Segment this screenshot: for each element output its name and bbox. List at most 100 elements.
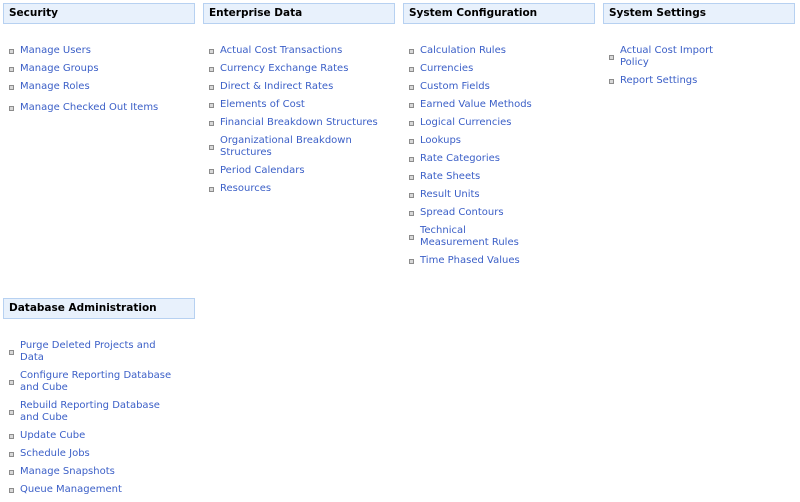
link-resources[interactable]: Resources — [220, 183, 271, 195]
bullet-icon — [9, 379, 14, 385]
list-item: Manage Snapshots — [9, 466, 195, 478]
link-custom-fields[interactable]: Custom Fields — [420, 81, 490, 93]
bullet-icon — [409, 210, 414, 216]
link-list: Actual Cost Import Policy Report Settings — [603, 45, 795, 87]
bullet-icon — [209, 66, 214, 72]
list-item: Technical Measurement Rules — [409, 225, 595, 249]
link-queue-management[interactable]: Queue Management — [20, 484, 122, 496]
section-system-configuration: System Configuration Calculation Rules Cur… — [403, 3, 595, 273]
section-header: Database Administration — [3, 298, 195, 319]
link-currencies[interactable]: Currencies — [420, 63, 473, 75]
link-logical-currencies[interactable]: Logical Currencies — [420, 117, 512, 129]
list-item: Actual Cost Import Policy — [609, 45, 795, 69]
bullet-icon — [409, 174, 414, 180]
list-item: Rate Categories — [409, 153, 595, 165]
list-item: Spread Contours — [409, 207, 595, 219]
link-report-settings[interactable]: Report Settings — [620, 75, 697, 87]
list-item: Period Calendars — [209, 165, 395, 177]
link-period-calendars[interactable]: Period Calendars — [220, 165, 305, 177]
bullet-icon — [409, 234, 414, 240]
link-direct-indirect-rates[interactable]: Direct & Indirect Rates — [220, 81, 333, 93]
list-item: Manage Groups — [9, 63, 195, 75]
section-header: System Settings — [603, 3, 795, 24]
link-list: Calculation Rules Currencies Custom Fields… — [403, 45, 595, 267]
list-item: Manage Roles — [9, 81, 195, 93]
bullet-icon — [409, 84, 414, 90]
list-item: Financial Breakdown Structures — [209, 117, 395, 129]
link-earned-value-methods[interactable]: Earned Value Methods — [420, 99, 532, 111]
link-rebuild-reporting-database-and-cube[interactable]: Rebuild Reporting Database and Cube — [20, 400, 175, 424]
link-elements-of-cost[interactable]: Elements of Cost — [220, 99, 305, 111]
section-enterprise-data: Enterprise Data Actual Cost Transactions C… — [203, 3, 395, 201]
bullet-icon — [209, 84, 214, 90]
link-update-cube[interactable]: Update Cube — [20, 430, 85, 442]
list-item: Logical Currencies — [409, 117, 595, 129]
bullet-icon — [9, 66, 14, 72]
link-actual-cost-transactions[interactable]: Actual Cost Transactions — [220, 45, 342, 57]
list-item: Calculation Rules — [409, 45, 595, 57]
list-item: Direct & Indirect Rates — [209, 81, 395, 93]
list-item: Custom Fields — [409, 81, 595, 93]
section-system-settings: System Settings Actual Cost Import Policy… — [603, 3, 795, 93]
list-item: Manage Users — [9, 45, 195, 57]
link-time-phased-values[interactable]: Time Phased Values — [420, 255, 520, 267]
link-organizational-breakdown-structures[interactable]: Organizational Breakdown Structures — [220, 135, 395, 159]
bullet-icon — [9, 105, 14, 111]
section-header: Security — [3, 3, 195, 24]
link-technical-measurement-rules[interactable]: Technical Measurement Rules — [420, 225, 532, 249]
bullet-icon — [9, 433, 14, 439]
bullet-icon — [409, 258, 414, 264]
link-configure-reporting-database-and-cube[interactable]: Configure Reporting Database and Cube — [20, 370, 175, 394]
link-manage-groups[interactable]: Manage Groups — [20, 63, 99, 75]
link-rate-sheets[interactable]: Rate Sheets — [420, 171, 480, 183]
link-manage-snapshots[interactable]: Manage Snapshots — [20, 466, 115, 478]
link-result-units[interactable]: Result Units — [420, 189, 480, 201]
link-spread-contours[interactable]: Spread Contours — [420, 207, 504, 219]
list-item: Lookups — [409, 135, 595, 147]
bullet-icon — [209, 120, 214, 126]
bullet-icon — [409, 102, 414, 108]
link-actual-cost-import-policy[interactable]: Actual Cost Import Policy — [620, 45, 716, 69]
bullet-icon — [209, 144, 214, 150]
list-item: Update Cube — [9, 430, 195, 442]
list-item: Time Phased Values — [409, 255, 595, 267]
bullet-icon — [9, 349, 14, 355]
link-lookups[interactable]: Lookups — [420, 135, 461, 147]
list-item: Rate Sheets — [409, 171, 595, 183]
list-item: Earned Value Methods — [409, 99, 595, 111]
bullet-icon — [9, 84, 14, 90]
bullet-icon — [409, 138, 414, 144]
link-manage-checked-out-items[interactable]: Manage Checked Out Items — [20, 102, 158, 114]
bullet-icon — [209, 186, 214, 192]
bullet-icon — [9, 451, 14, 457]
list-item: Currencies — [409, 63, 595, 75]
link-list: Actual Cost Transactions Currency Exchang… — [203, 45, 395, 195]
link-rate-categories[interactable]: Rate Categories — [420, 153, 500, 165]
list-item: Configure Reporting Database and Cube — [9, 370, 195, 394]
bullet-icon — [409, 192, 414, 198]
link-manage-roles[interactable]: Manage Roles — [20, 81, 90, 93]
link-currency-exchange-rates[interactable]: Currency Exchange Rates — [220, 63, 348, 75]
list-item: Schedule Jobs — [9, 448, 195, 460]
list-item: Report Settings — [609, 75, 795, 87]
link-manage-users[interactable]: Manage Users — [20, 45, 91, 57]
list-item: Elements of Cost — [209, 99, 395, 111]
link-calculation-rules[interactable]: Calculation Rules — [420, 45, 506, 57]
section-header: System Configuration — [403, 3, 595, 24]
bullet-icon — [209, 102, 214, 108]
bullet-icon — [409, 48, 414, 54]
link-purge-deleted-projects-and-data[interactable]: Purge Deleted Projects and Data — [20, 340, 175, 364]
list-item: Organizational Breakdown Structures — [209, 135, 395, 159]
section-header: Enterprise Data — [203, 3, 395, 24]
link-schedule-jobs[interactable]: Schedule Jobs — [20, 448, 90, 460]
list-item: Resources — [209, 183, 395, 195]
bullet-icon — [409, 66, 414, 72]
list-item: Currency Exchange Rates — [209, 63, 395, 75]
list-item: Actual Cost Transactions — [209, 45, 395, 57]
bullet-icon — [409, 156, 414, 162]
bullet-icon — [209, 168, 214, 174]
link-list: Manage Users Manage Groups Manage Roles Man… — [3, 45, 195, 114]
link-financial-breakdown-structures[interactable]: Financial Breakdown Structures — [220, 117, 378, 129]
bullet-icon — [9, 469, 14, 475]
list-item: Rebuild Reporting Database and Cube — [9, 400, 195, 424]
